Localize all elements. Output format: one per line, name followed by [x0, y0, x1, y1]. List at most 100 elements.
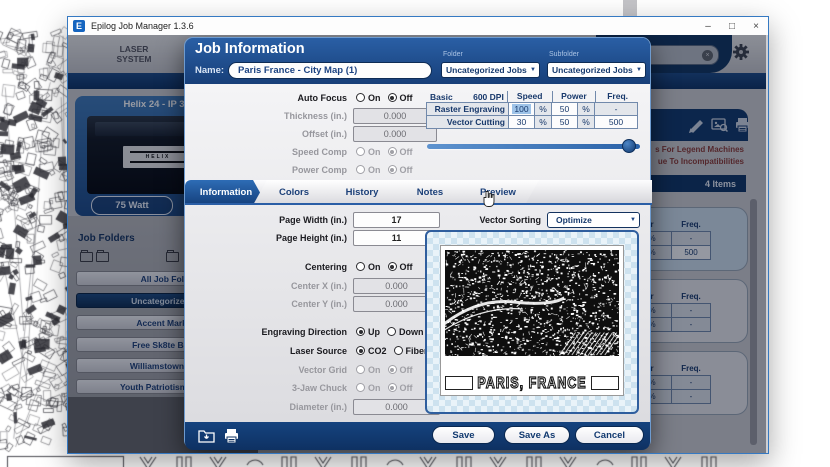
raster-speed-input[interactable]: 100 [508, 102, 535, 116]
preview-caption-row: PARIS, FRANCE [445, 374, 619, 391]
subfolder-label: Subfolder [549, 51, 579, 58]
power-comp-on[interactable]: On [356, 165, 381, 175]
direction-up[interactable]: Up [356, 327, 380, 337]
title-bar: E Epilog Job Manager 1.3.6 – □ × [68, 17, 768, 35]
tab-preview[interactable]: Preview [457, 180, 539, 205]
raster-freq-field: - [594, 102, 638, 116]
preview-map-image [445, 250, 619, 356]
save-button[interactable]: Save [432, 426, 495, 444]
percent-label: % [534, 115, 552, 129]
page-height-label: Page Height (in.) [189, 233, 353, 243]
job-information-dialog: Job Information Name: Paris France - Cit… [184, 37, 651, 449]
caption-left-box [445, 376, 473, 390]
engraving-direction-radios: Up Down [356, 327, 424, 337]
center-x-label: Center X (in.) [189, 281, 353, 291]
centering-on[interactable]: On [356, 262, 381, 272]
power-comp-label: Power Comp [189, 165, 353, 175]
dialog-tabstrip: Information Colors History Notes Preview [185, 180, 652, 205]
dpi-value: 600 DPI [473, 92, 504, 102]
thickness-field[interactable]: 0.000 [353, 108, 437, 124]
center-y-label: Center Y (in.) [189, 299, 353, 309]
tab-notes[interactable]: Notes [389, 180, 471, 205]
power-comp-radios: On Off [356, 165, 413, 175]
auto-focus-off[interactable]: Off [388, 93, 413, 103]
auto-focus-label: Auto Focus [189, 93, 353, 103]
source-co2[interactable]: CO2 [356, 346, 387, 356]
window-title: Epilog Job Manager 1.3.6 [91, 21, 696, 31]
power-slider-track[interactable] [427, 144, 640, 149]
centering-off[interactable]: Off [388, 262, 413, 272]
source-fiber[interactable]: Fiber [394, 346, 428, 356]
dpi-mode: Basic [430, 92, 453, 102]
vector-sorting-select[interactable]: Optimize ▼ [547, 212, 640, 228]
speed-comp-label: Speed Comp [189, 147, 353, 157]
page-width-label: Page Width (in.) [189, 215, 353, 225]
speed-comp-off[interactable]: Off [388, 147, 413, 157]
laser-source-label: Laser Source [189, 346, 353, 356]
chevron-down-icon: ▼ [627, 217, 639, 223]
tab-colors[interactable]: Colors [253, 180, 335, 205]
name-label: Name: [195, 65, 224, 76]
cursor-pointer-hand [481, 190, 496, 208]
maximize-button[interactable]: □ [720, 17, 744, 35]
power-header: Power [552, 91, 596, 102]
close-button[interactable]: × [744, 17, 768, 35]
freq-header: Freq. [595, 91, 639, 102]
jaw-chuck-radios: On Off [356, 383, 413, 393]
subfolder-select[interactable]: Uncategorized Jobs ▼ [547, 62, 646, 78]
vector-power-input[interactable]: 50 [551, 115, 578, 129]
auto-focus-radios: On Off [356, 93, 413, 103]
vector-grid-radios: On Off [356, 365, 413, 375]
save-as-button[interactable]: Save As [504, 426, 570, 444]
vector-cutting-label: Vector Cutting [426, 115, 509, 129]
preview-caption-text: PARIS, FRANCE [477, 374, 586, 392]
offset-label: Offset (in.) [189, 129, 353, 139]
percent-label: % [534, 102, 552, 116]
app-window: E Epilog Job Manager 1.3.6 – □ × LASER S… [67, 16, 769, 454]
active-tab-underline [185, 203, 652, 205]
dialog-body: Auto Focus On Off Thickness (in.) 0.000 … [185, 84, 650, 422]
minimize-button[interactable]: – [696, 17, 720, 35]
speed-comp-on[interactable]: On [356, 147, 381, 157]
engraving-direction-label: Engraving Direction [189, 327, 353, 337]
vector-grid-on[interactable]: On [356, 365, 381, 375]
vector-speed-input[interactable]: 30 [508, 115, 535, 129]
laser-source-radios: CO2 Fiber [356, 346, 428, 356]
power-slider-thumb[interactable] [622, 139, 636, 153]
thickness-label: Thickness (in.) [189, 111, 353, 121]
app-content: LASER SYSTEM ch × Helix 24 - IP 3.2 [68, 35, 766, 453]
jaw-chuck-label: 3-Jaw Chuck [189, 383, 353, 393]
app-logo-icon: E [73, 20, 85, 32]
folder-label: Folder [443, 51, 463, 58]
cancel-button[interactable]: Cancel [575, 426, 644, 444]
job-name-input[interactable]: Paris France - City Map (1) [228, 62, 432, 79]
vector-freq-input[interactable]: 500 [594, 115, 638, 129]
vector-sorting-label: Vector Sorting [381, 215, 541, 225]
auto-focus-on[interactable]: On [356, 93, 381, 103]
chevron-down-icon: ▼ [633, 67, 645, 73]
percent-label: % [577, 102, 595, 116]
tab-information[interactable]: Information [185, 180, 267, 205]
tab-history[interactable]: History [321, 180, 403, 205]
vector-grid-off[interactable]: Off [388, 365, 413, 375]
jaw-chuck-on[interactable]: On [356, 383, 381, 393]
direction-down[interactable]: Down [387, 327, 424, 337]
jaw-chuck-off[interactable]: Off [388, 383, 413, 393]
power-comp-off[interactable]: Off [388, 165, 413, 175]
speed-comp-radios: On Off [356, 147, 413, 157]
chevron-down-icon: ▼ [527, 67, 539, 73]
save-to-folder-icon[interactable] [198, 428, 215, 444]
folder-select[interactable]: Uncategorized Jobs ▼ [441, 62, 540, 78]
speed-header: Speed [507, 91, 552, 102]
diameter-label: Diameter (in.) [189, 402, 353, 412]
background-scrollbar-stub [623, 0, 637, 16]
vector-grid-label: Vector Grid [189, 365, 353, 375]
subfolder-value: Uncategorized Jobs [548, 65, 633, 75]
dialog-title: Job Information [195, 41, 305, 57]
preview-page: PARIS, FRANCE [440, 245, 624, 396]
caption-right-box [591, 376, 619, 390]
print-icon[interactable] [223, 428, 240, 444]
raster-power-input[interactable]: 50 [551, 102, 578, 116]
offset-field[interactable]: 0.000 [353, 126, 437, 142]
raster-engraving-label: Raster Engraving [426, 102, 509, 116]
